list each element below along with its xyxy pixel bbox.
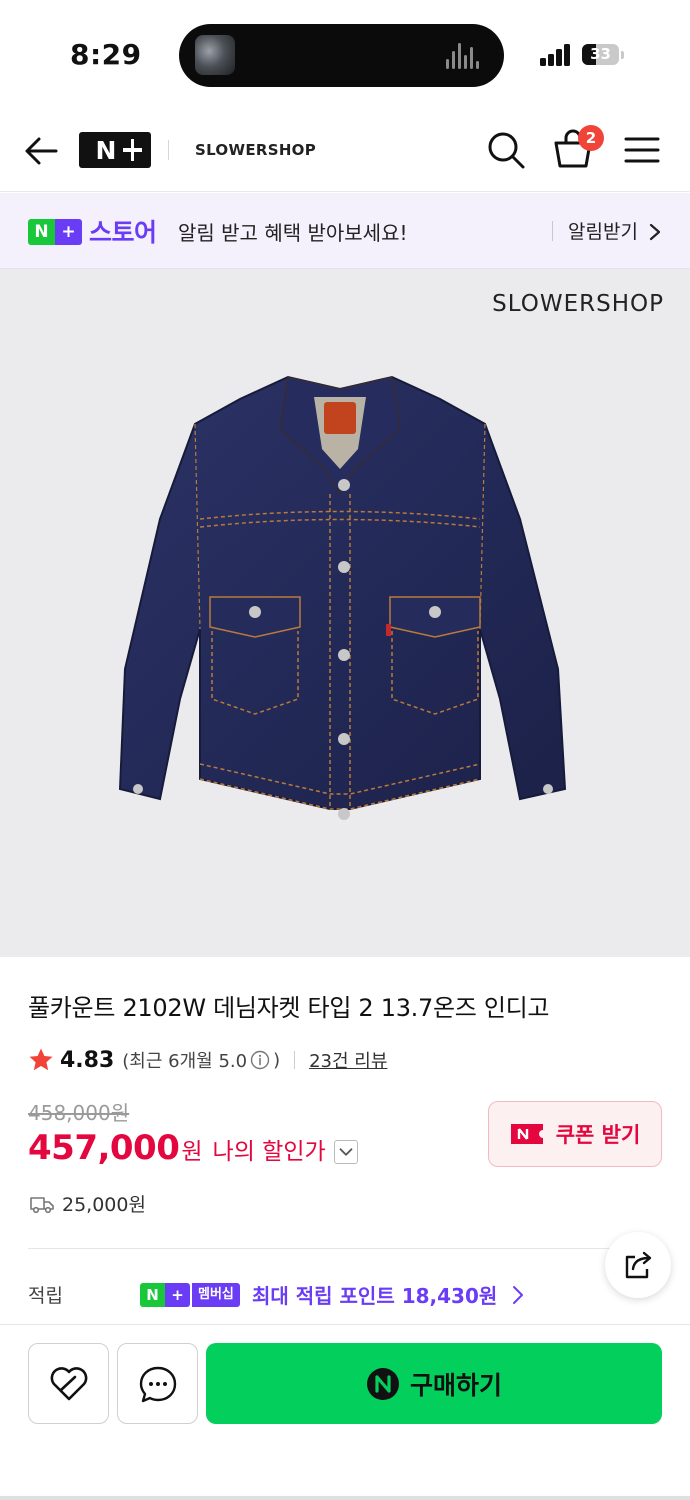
chevron-down-icon [339, 1148, 353, 1156]
chat-bubble-icon [139, 1366, 176, 1402]
notify-link[interactable]: 알림받기 [568, 217, 638, 244]
notification-banner[interactable]: N + 스토어 알림 받고 혜택 받아보세요! 알림받기 [0, 193, 690, 269]
rating-row: 4.83 (최근 6개월 5.0 ) 23건 리뷰 [28, 1045, 387, 1075]
home-indicator [0, 1496, 690, 1500]
product-image[interactable]: SLOWERSHOP [0, 269, 690, 957]
store-label: 스토어 [89, 218, 157, 247]
price-row: 457,000 원 나의 할인가 [28, 1128, 358, 1174]
price-unit: 원 [181, 1139, 203, 1165]
my-discount-label: 나의 할인가 [212, 1139, 326, 1165]
naver-pay-icon [366, 1367, 399, 1400]
review-link[interactable]: 23건 리뷰 [309, 1047, 387, 1073]
rating-detail-close: ) [273, 1049, 281, 1071]
shop-name[interactable]: SLOWERSHOP [195, 141, 316, 159]
truck-icon [30, 1196, 54, 1213]
denim-jacket-image [118, 375, 567, 820]
dynamic-island[interactable] [179, 24, 504, 87]
battery-icon: 33 [582, 44, 619, 65]
brand-watermark: SLOWERSHOP [492, 291, 664, 317]
status-time: 8:29 [70, 38, 142, 71]
points-row[interactable]: 적립 N + 멤버십 최대 적립 포인트 18,430원 [28, 1280, 648, 1310]
info-icon[interactable] [250, 1050, 270, 1070]
star-icon [29, 1048, 53, 1071]
max-points-text: 최대 적립 포인트 18,430원 [252, 1284, 498, 1308]
sale-price: 457,000 [28, 1128, 180, 1168]
rating-detail: (최근 6개월 5.0 [122, 1051, 248, 1072]
shipping-fee: 25,000원 [30, 1190, 146, 1217]
divider [28, 1248, 662, 1249]
audio-waveform-icon [446, 43, 484, 69]
battery-level: 33 [590, 45, 611, 63]
buy-button[interactable]: 구매하기 [206, 1343, 662, 1424]
cart-count-badge: 2 [578, 125, 604, 151]
banner-message: 알림 받고 혜택 받아보세요! [178, 221, 408, 245]
naver-plus-badge: N + [28, 219, 82, 245]
product-title: 풀카운트 2102W 데님자켓 타입 2 13.7온즈 인디고 [28, 994, 550, 1022]
now-playing-thumbnail [195, 35, 235, 75]
rating-value: 4.83 [60, 1047, 115, 1073]
hamburger-menu-icon[interactable] [624, 134, 660, 166]
original-price: 458,000원 [28, 1101, 130, 1125]
chevron-right-icon [513, 1286, 523, 1304]
bottom-action-bar: 구매하기 [0, 1324, 690, 1500]
status-bar: 8:29 33 [0, 0, 690, 110]
search-icon[interactable] [486, 130, 526, 170]
shipping-amount: 25,000원 [62, 1194, 146, 1216]
coupon-button[interactable]: 쿠폰 받기 [488, 1101, 662, 1167]
coupon-icon [510, 1124, 543, 1144]
talk-talk-button[interactable] [117, 1343, 198, 1424]
chevron-right-icon[interactable] [648, 223, 662, 241]
wishlist-button[interactable] [28, 1343, 109, 1424]
coupon-label: 쿠폰 받기 [555, 1123, 641, 1147]
share-icon [625, 1251, 652, 1279]
membership-badge: N + 멤버십 [140, 1282, 240, 1308]
price-detail-toggle[interactable] [333, 1140, 358, 1164]
back-arrow-icon[interactable] [22, 132, 60, 170]
buy-label: 구매하기 [409, 1370, 502, 1400]
naver-plus-logo[interactable]: N [79, 132, 169, 168]
cellular-signal-icon [540, 42, 572, 66]
heart-icon [50, 1366, 87, 1400]
app-header: N SLOWERSHOP 2 [0, 110, 690, 192]
points-label: 적립 [28, 1285, 63, 1307]
